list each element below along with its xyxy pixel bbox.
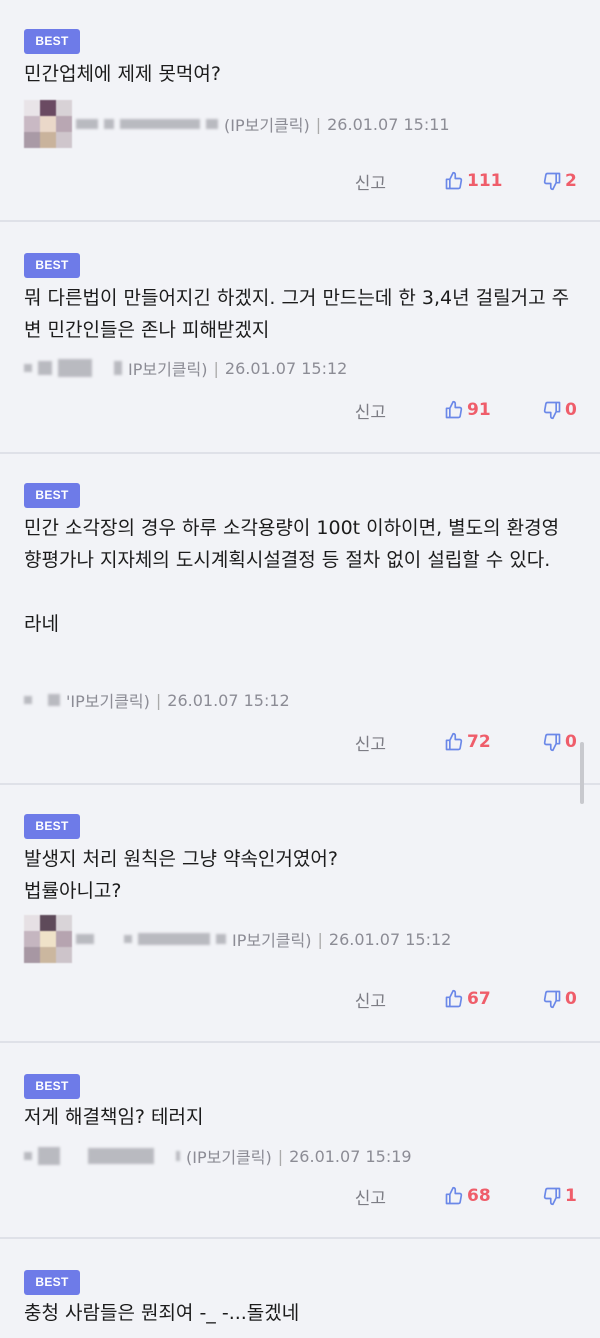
comment-item: BEST 민간 소각장의 경우 하루 소각용량이 100t 이하이면, 별도의 …: [0, 454, 600, 785]
like-button[interactable]: 68: [444, 1186, 542, 1206]
author-name-redacted[interactable]: [24, 359, 122, 377]
report-button[interactable]: 신고: [355, 730, 386, 755]
comment-actions: 신고 72 0: [355, 727, 600, 757]
author-name-redacted[interactable]: [76, 119, 218, 129]
comment-meta: (IP보기클릭) | 26.01.07 15:11: [24, 100, 450, 148]
comment-actions: 신고 67 0: [355, 984, 600, 1014]
thumbs-down-icon: [542, 1186, 562, 1206]
like-button[interactable]: 91: [444, 400, 542, 420]
dislike-count: 1: [565, 1186, 577, 1206]
best-badge: BEST: [24, 1074, 80, 1099]
divider: |: [277, 1146, 284, 1166]
scrollbar[interactable]: [580, 742, 584, 804]
author-name-redacted[interactable]: [24, 1147, 180, 1165]
like-count: 111: [467, 171, 503, 191]
thumbs-up-icon: [444, 989, 464, 1009]
comment-item: BEST 충청 사람들은 뭔죄여 -_ -...돌겠네: [0, 1239, 600, 1338]
comment-item: BEST 민간업체에 제제 못먹여? (IP보기클릭) | 26.01.07 1…: [0, 0, 600, 222]
comment-meta: (IP보기클릭) | 26.01.07 15:19: [24, 1144, 412, 1168]
ip-view-link[interactable]: (IP보기클릭): [224, 112, 310, 136]
like-count: 68: [467, 1186, 491, 1206]
report-button[interactable]: 신고: [355, 169, 386, 194]
ip-view-link[interactable]: (IP보기클릭): [186, 1144, 272, 1168]
report-button[interactable]: 신고: [355, 1184, 386, 1209]
comment-actions: 신고 91 0: [355, 395, 600, 425]
ip-view-link[interactable]: IP보기클릭): [232, 927, 312, 951]
dislike-button[interactable]: 0: [542, 732, 600, 752]
dislike-count: 0: [565, 400, 577, 420]
author-name-redacted[interactable]: [76, 933, 226, 945]
timestamp: 26.01.07 15:11: [327, 114, 450, 134]
timestamp: 26.01.07 15:19: [289, 1146, 412, 1166]
dislike-count: 0: [565, 989, 577, 1009]
dislike-button[interactable]: 2: [542, 171, 600, 191]
comment-text: 발생지 처리 원칙은 그냥 약속인거였어? 법률아니고?: [24, 848, 338, 902]
thumbs-down-icon: [542, 989, 562, 1009]
avatar[interactable]: [24, 100, 72, 148]
comment-meta: 'IP보기클릭) | 26.01.07 15:12: [24, 688, 290, 712]
divider: |: [155, 690, 162, 710]
like-button[interactable]: 111: [444, 171, 542, 191]
best-badge: BEST: [24, 814, 80, 839]
avatar[interactable]: [24, 915, 72, 963]
comment-text: 충청 사람들은 뭔죄여 -_ -...돌겠네: [24, 1302, 300, 1324]
comment-item: BEST 저게 해결책임? 테러지 (IP보기클릭) | 26.01.07 15…: [0, 1043, 600, 1239]
best-badge: BEST: [24, 253, 80, 278]
ip-view-link[interactable]: 'IP보기클릭): [66, 688, 150, 712]
dislike-count: 2: [565, 171, 577, 191]
thumbs-down-icon: [542, 732, 562, 752]
dislike-count: 0: [565, 732, 577, 752]
divider: |: [317, 929, 323, 949]
timestamp: 26.01.07 15:12: [224, 358, 348, 378]
comment-text: 민간 소각장의 경우 하루 소각용량이 100t 이하이면, 별도의 환경영향평…: [24, 517, 560, 635]
author-name-redacted[interactable]: [24, 694, 60, 706]
thumbs-up-icon: [444, 732, 464, 752]
timestamp: 26.01.07 15:12: [328, 929, 452, 949]
best-badge: BEST: [24, 483, 80, 508]
report-button[interactable]: 신고: [355, 398, 386, 423]
best-badge: BEST: [24, 29, 80, 54]
dislike-button[interactable]: 0: [542, 989, 600, 1009]
comment-item: BEST 발생지 처리 원칙은 그냥 약속인거였어? 법률아니고? IP보기클릭…: [0, 785, 600, 1043]
comment-actions: 신고 68 1: [355, 1181, 600, 1211]
dislike-button[interactable]: 1: [542, 1186, 600, 1206]
report-button[interactable]: 신고: [355, 987, 386, 1012]
divider: |: [315, 114, 322, 134]
thumbs-up-icon: [444, 171, 464, 191]
comment-text: 뭐 다른법이 만들어지긴 하겠지. 그거 만드는데 한 3,4년 걸릴거고 주변…: [24, 287, 570, 341]
comment-actions: 신고 111 2: [355, 166, 600, 196]
dislike-button[interactable]: 0: [542, 400, 600, 420]
like-count: 91: [467, 400, 491, 420]
like-count: 72: [467, 732, 491, 752]
timestamp: 26.01.07 15:12: [167, 690, 290, 710]
like-button[interactable]: 67: [444, 989, 542, 1009]
divider: |: [213, 358, 219, 378]
comment-meta: IP보기클릭) | 26.01.07 15:12: [24, 915, 451, 963]
thumbs-down-icon: [542, 171, 562, 191]
thumbs-up-icon: [444, 400, 464, 420]
comment-meta: IP보기클릭) | 26.01.07 15:12: [24, 356, 347, 380]
comment-item: BEST 뭐 다른법이 만들어지긴 하겠지. 그거 만드는데 한 3,4년 걸릴…: [0, 222, 600, 454]
thumbs-up-icon: [444, 1186, 464, 1206]
comment-text: 저게 해결책임? 테러지: [24, 1106, 204, 1128]
best-badge: BEST: [24, 1270, 80, 1295]
ip-view-link[interactable]: IP보기클릭): [128, 356, 208, 380]
like-button[interactable]: 72: [444, 732, 542, 752]
comment-text: 민간업체에 제제 못먹여?: [24, 63, 221, 85]
like-count: 67: [467, 989, 491, 1009]
thumbs-down-icon: [542, 400, 562, 420]
